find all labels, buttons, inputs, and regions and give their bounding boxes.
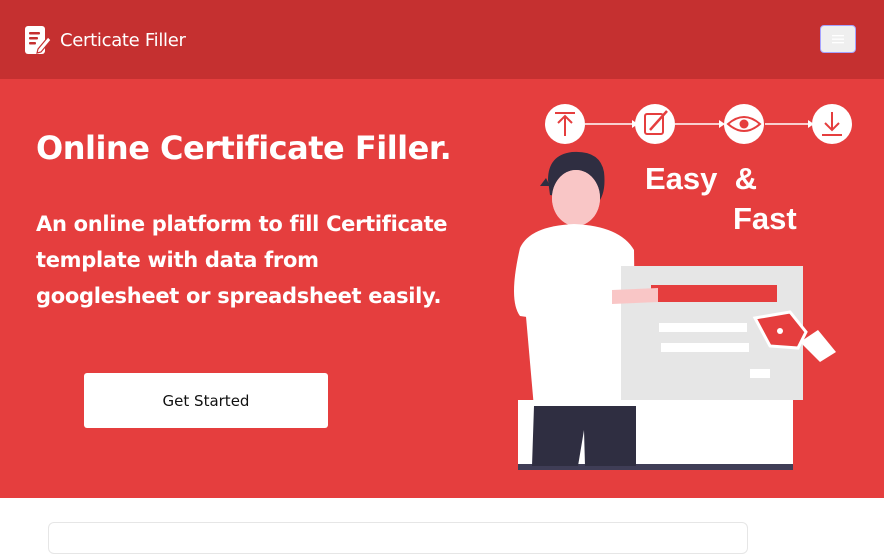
- brand-label: Certicate Filler: [60, 29, 186, 51]
- download-icon: [812, 104, 852, 144]
- hamburger-menu-icon: [832, 35, 844, 44]
- content-card: [48, 522, 748, 554]
- document-pen-icon: [25, 26, 52, 54]
- step-flow: [545, 104, 852, 144]
- hero-title: Online Certificate Filler.: [36, 129, 452, 167]
- eye-icon: [724, 104, 764, 144]
- hero-illustration: Easy & Fast: [514, 104, 852, 470]
- navbar: Certicate Filler: [0, 0, 884, 79]
- upload-icon: [545, 104, 585, 144]
- navbar-toggler-button[interactable]: [820, 25, 856, 53]
- caption-fast: Fast: [733, 201, 797, 236]
- edit-icon: [635, 104, 675, 144]
- brand-link[interactable]: Certicate Filler: [24, 25, 186, 55]
- hero-subtitle: An online platform to fill Certificate t…: [36, 212, 448, 308]
- caption-easy: Easy &: [645, 161, 757, 196]
- get-started-button[interactable]: Get Started: [84, 373, 328, 428]
